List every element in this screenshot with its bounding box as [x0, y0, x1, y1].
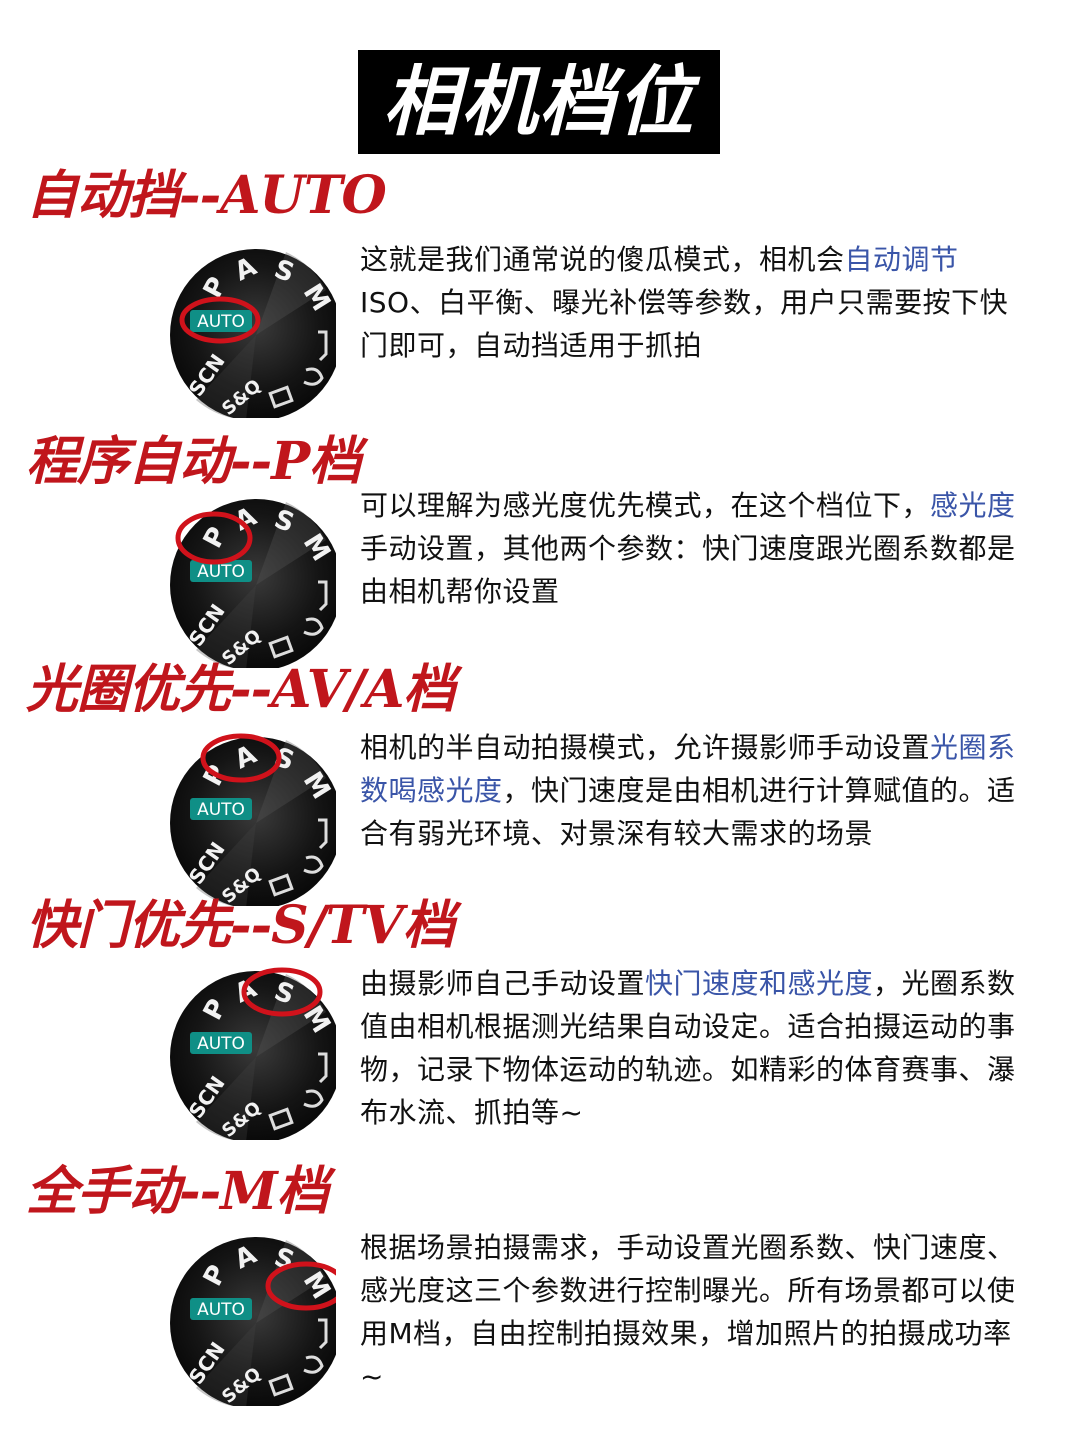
- mode-dial-image: P A S M SCN S&Q AUTO: [86, 728, 336, 906]
- section-heading: 全手动--M档: [26, 1161, 329, 1222]
- section-heading: 自动挡--AUTO: [26, 165, 387, 226]
- highlight-text: 自动调节: [844, 243, 959, 276]
- section-heading: 快门优先--S/TV档: [26, 895, 455, 956]
- dial-label-auto: AUTO: [197, 1300, 245, 1320]
- dial-label-auto: AUTO: [197, 562, 245, 582]
- section-description: 由摄影师自己手动设置快门速度和感光度，光圈系数值由相机根据测光结果自动设定。适合…: [360, 967, 1016, 1129]
- mode-dial-image: P A S M SCN S&Q AUTO: [86, 240, 336, 418]
- page-title: 相机档位: [383, 57, 695, 146]
- highlight-text: 感光度: [930, 489, 1016, 522]
- section-description: 根据场景拍摄需求，手动设置光圈系数、快门速度、感光度这三个参数进行控制曝光。所有…: [360, 1231, 1016, 1393]
- section-description: 这就是我们通常说的傻瓜模式，相机会自动调节ISO、白平衡、曝光补偿等参数，用户只…: [360, 243, 1009, 362]
- dial-label-auto: AUTO: [197, 312, 245, 332]
- mode-dial-image: P A S M SCN S&Q AUTO: [86, 962, 336, 1140]
- highlight-text: 快门速度和感光度: [645, 967, 874, 1000]
- mode-dial-image: P A S M SCN S&Q AUTO: [86, 1228, 336, 1406]
- section-heading: 光圈优先--AV/A档: [26, 659, 455, 720]
- mode-dial-image: P A S M SCN S&Q AUTO: [86, 490, 336, 668]
- title-banner: 相机档位: [358, 50, 720, 154]
- dial-label-auto: AUTO: [197, 800, 245, 820]
- section-description: 相机的半自动拍摄模式，允许摄影师手动设置光圈系数喝感光度，快门速度是由相机进行计…: [360, 731, 1016, 850]
- section-heading: 程序自动--P档: [26, 431, 361, 492]
- section-description: 可以理解为感光度优先模式，在这个档位下，感光度手动设置，其他两个参数：快门速度跟…: [360, 489, 1016, 608]
- dial-label-auto: AUTO: [197, 1034, 245, 1054]
